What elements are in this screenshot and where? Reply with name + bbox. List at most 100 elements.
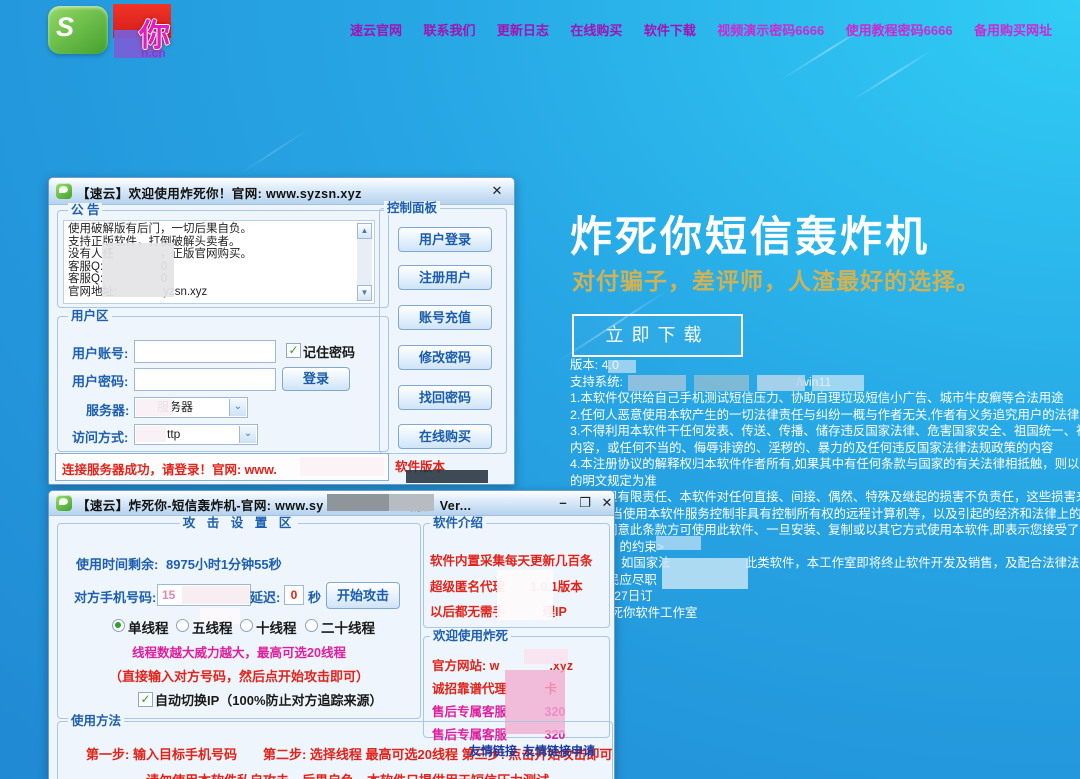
thread-radio-twenty[interactable] — [305, 619, 318, 632]
nav-item-contact[interactable]: 联系我们 — [423, 20, 475, 39]
arrow-down-icon[interactable]: ▼ — [357, 285, 372, 301]
censor-block — [102, 243, 174, 297]
logo-domain-text: n.cn — [141, 46, 166, 60]
thread-label-ten: 十线程 — [256, 617, 297, 637]
censor-block — [524, 649, 568, 664]
change-password-button[interactable]: 修改密码 — [398, 345, 492, 370]
friend-links-apply-link[interactable]: 友情链接申请 — [523, 742, 595, 759]
background-streak — [852, 49, 934, 101]
censor-block — [300, 457, 384, 476]
nav-item-video-demo[interactable]: 视频演示密码6666 — [717, 20, 824, 39]
minimize-icon[interactable]: – — [554, 494, 572, 511]
legal-text: 版本: 4.0 支持系统: /win11 1.本软件仅供给自己手机测试短信压力、… — [570, 357, 1075, 621]
announcement-legend: 公 告 — [68, 203, 102, 217]
legal-line: 的明文规定为准 — [570, 473, 1075, 490]
delay-unit-label: 秒 — [308, 587, 321, 606]
thread-label-twenty: 二十线程 — [321, 617, 375, 637]
thread-label-five: 五线程 — [192, 617, 233, 637]
thread-tip-text: 线程数越大威力越大，最高可选20线程 — [58, 642, 420, 661]
legal-line: 内容，或任何不当的、侮辱诽谤的、淫秽的、暴力的及任何违反国家法律法规政策的内容 — [570, 440, 1075, 457]
legal-line: 5. 承担有限责任、本软件对任何直接、间接、偶然、特殊及继起的损害不负责任，这些… — [570, 489, 1075, 506]
nav-item-home[interactable]: 速云官网 — [350, 20, 402, 39]
delay-input[interactable]: 0 — [284, 585, 304, 605]
legal-line: 的约束> — [570, 539, 1075, 556]
thread-radio-single[interactable] — [112, 619, 125, 632]
announcement-groupbox: 公 告 使用破解版有后门，一切后果自负。 支持正版软件，打倒破解头卖者。 没有人… — [57, 210, 389, 308]
account-input[interactable] — [134, 340, 276, 363]
nav-item-download[interactable]: 软件下载 — [644, 20, 696, 39]
usage-warning-text: 请勿使用本软件私自攻击，后果自负，本软件只提供用于短信压力测试 — [146, 770, 549, 779]
usage-tip-text: （直接输入对方号码，然后点开始攻击即可） — [58, 666, 420, 685]
time-remaining-label: 使用时间剩余: — [76, 554, 158, 573]
censor-block — [136, 399, 172, 416]
censor-block — [608, 360, 636, 373]
attack-window-body: 攻 击 设 置 区 使用时间剩余: 8975小时1分钟55秒 对方手机号码: 1… — [49, 515, 614, 779]
status-bar: 连接服务器成功，请登录！官网: www. — [55, 453, 389, 481]
site-logo-icon[interactable]: S — [48, 6, 108, 54]
legal-line: 自:不正当使用本软件服务控制非具有控制所有权的远程计算机等，以及引起的经济和法律… — [570, 506, 1075, 523]
start-attack-button[interactable]: 开始攻击 — [326, 582, 400, 609]
legal-line: 炸死你软件工作室 — [570, 605, 1075, 622]
legal-line: 2.任何人恶意使用本软产生的一切法律责任与纠纷一概与作者无关,作者有义务追究用户… — [570, 407, 1075, 424]
censor-block — [757, 375, 805, 391]
nav-item-tutorial[interactable]: 使用教程密码6666 — [846, 20, 953, 39]
logo-glyph: S — [56, 12, 74, 43]
attack-window-titlebar[interactable]: 【速云】炸死你-短信轰炸机-官网: www.sy 式版）Ver... – ❐ ✕ — [49, 491, 614, 516]
thread-label-single: 单线程 — [128, 617, 169, 637]
phone-number-input[interactable]: 15 — [157, 584, 251, 606]
chevron-down-icon[interactable]: ⌄ — [229, 399, 246, 416]
recharge-button[interactable]: 账号充值 — [398, 305, 492, 330]
nav-item-buy[interactable]: 在线购买 — [570, 20, 622, 39]
page: S 你 n.cn 速云官网 联系我们 更新日志 在线购买 软件下载 视频演示密码… — [0, 0, 1080, 779]
arrow-up-icon[interactable]: ▲ — [357, 223, 372, 239]
time-remaining-value: 8975小时1分钟55秒 — [166, 554, 282, 573]
software-intro-legend: 软件介绍 — [430, 516, 486, 530]
scrollbar[interactable]: ▲ ▼ — [357, 223, 372, 301]
register-button[interactable]: 注册用户 — [398, 265, 492, 290]
close-icon[interactable]: ✕ — [598, 494, 616, 511]
legal-line: 4.本注册协议的解释权归本软件作者所有,如果其中有任何条款与国家的有关法律相抵触… — [570, 456, 1075, 473]
control-panel-groupbox: 控制面板 用户登录 注册用户 账号充值 修改密码 找回密码 在线购买 — [379, 208, 507, 454]
remember-password-label: 记住密码 — [303, 342, 355, 361]
user-login-button[interactable]: 用户登录 — [398, 227, 492, 252]
control-panel-legend: 控制面板 — [384, 201, 440, 215]
account-label: 用户账号: — [72, 343, 128, 362]
censor-block — [406, 470, 488, 483]
login-window-body: 公 告 使用破解版有后门，一切后果自负。 支持正版软件，打倒破解头卖者。 没有人… — [49, 204, 514, 484]
maximize-icon[interactable]: ❐ — [576, 494, 594, 511]
page-title: 炸死你短信轰炸机 — [570, 203, 930, 264]
app-icon — [56, 495, 72, 511]
remember-password-checkbox[interactable]: ✓ — [286, 343, 301, 358]
legal-line: 1.本软件仅供给自己手机测试短信压力、协助自理垃圾短信小广告、城市牛皮癣等合法用… — [570, 390, 1075, 407]
usage-legend: 使用方法 — [68, 714, 124, 728]
legal-line: 3.不得利用本软件干任何发表、传送、传播、储存违反国家法律、危害国家安全、祖国统… — [570, 423, 1075, 440]
user-area-legend: 用户区 — [68, 309, 112, 323]
access-label: 访问方式: — [72, 427, 128, 446]
announcement-line: 使用破解版有后门，一切后果自负。 — [68, 223, 370, 236]
legal-line: 7. 如国家法 此类软件，本工作室即将终止软件开发及销售，及配合法律法 — [570, 555, 1075, 572]
download-button[interactable]: 立即下载 — [572, 314, 743, 357]
friend-links-link[interactable]: 友情链接 — [469, 742, 517, 759]
login-window: 【速云】欢迎使用炸死你！官网: www.syzsn.xyz ✕ 公 告 使用破解… — [48, 177, 515, 485]
thread-radio-ten[interactable] — [240, 619, 253, 632]
legal-line: 0月27日订 — [570, 588, 1075, 605]
login-button[interactable]: 登录 — [282, 367, 350, 391]
phone-number-label: 对方手机号码: — [74, 587, 156, 606]
buy-online-button[interactable]: 在线购买 — [398, 424, 492, 449]
intro-line: 软件内置采集每天更新几百条 — [430, 550, 606, 569]
legal-line: 6. 同意此条款方可使用此软件、一旦安装、复制或以其它方式使用本软件,即表示您接… — [570, 522, 1075, 539]
login-window-titlebar[interactable]: 【速云】欢迎使用炸死你！官网: www.syzsn.xyz ✕ — [49, 178, 514, 205]
nav-item-changelog[interactable]: 更新日志 — [497, 20, 549, 39]
phone-number-value: 15 — [162, 588, 175, 602]
login-window-title: 【速云】欢迎使用炸死你！官网: www.syzsn.xyz — [77, 183, 362, 202]
password-input[interactable] — [134, 368, 276, 391]
nav-item-backup-url[interactable]: 备用购买网址 — [974, 20, 1052, 39]
background-streak — [241, 128, 309, 173]
close-icon[interactable]: ✕ — [488, 182, 506, 199]
auto-switch-ip-checkbox[interactable]: ✓ — [138, 692, 153, 707]
welcome-legend: 欢迎使用炸死 — [430, 629, 511, 643]
server-label: 服务器: — [86, 400, 129, 419]
chevron-down-icon[interactable]: ⌄ — [239, 426, 256, 443]
recover-password-button[interactable]: 找回密码 — [398, 385, 492, 410]
thread-radio-five[interactable] — [176, 619, 189, 632]
